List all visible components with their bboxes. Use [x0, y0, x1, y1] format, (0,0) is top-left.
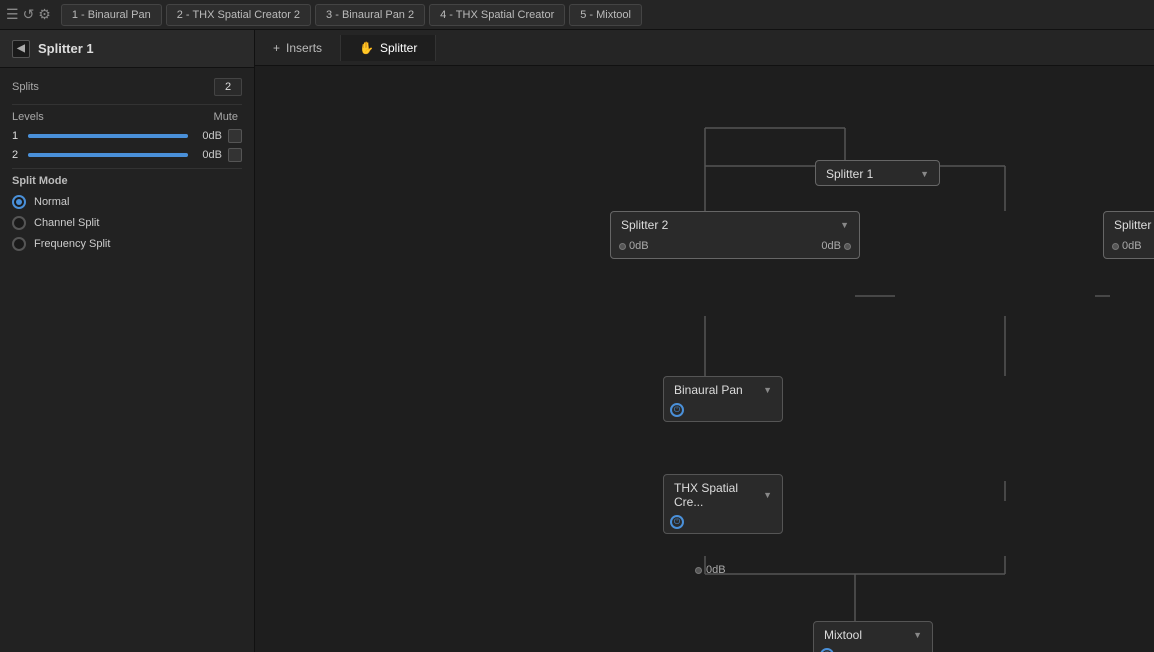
left-panel: ◀ Splitter 1 Splits 2 Levels Mute 1 0dB [0, 30, 255, 652]
node-thx-spatial-1[interactable]: THX Spatial Cre... ▼ ⏻ [663, 474, 783, 534]
mixtool-title: Mixtool ▼ [814, 622, 932, 646]
splitter2-db-right: 0dB [821, 240, 841, 252]
left-panel-content: Splits 2 Levels Mute 1 0dB 2 [0, 68, 254, 268]
node-splitter3[interactable]: Splitter 3 ▼ 0dB 0dB [1103, 211, 1154, 259]
binaural-pan-power: ⏻ [664, 401, 782, 421]
level-1-value: 0dB [194, 130, 222, 142]
splitter2-title: Splitter 2 ▼ [611, 212, 859, 236]
refresh-icon[interactable]: ↺ [23, 6, 35, 23]
mixtool-power: ⏻ [814, 646, 932, 652]
splitter3-label: Splitter 3 [1114, 218, 1154, 232]
splitter2-label: Splitter 2 [621, 218, 668, 232]
level-2-row: 2 0dB [12, 148, 242, 162]
thx1-title: THX Spatial Cre... ▼ [664, 475, 782, 513]
level-2-mute[interactable] [228, 148, 242, 162]
splitter2-levels: 0dB 0dB [611, 236, 859, 258]
binaural-pan-title: Binaural Pan ▼ [664, 377, 782, 401]
level-1-num: 1 [12, 130, 22, 142]
radio-normal-label: Normal [34, 196, 69, 208]
split-mode-title: Split Mode [12, 175, 242, 187]
splitter2-level-left: 0dB [619, 240, 649, 252]
splitter2-level-right: 0dB [821, 240, 851, 252]
binaural-pan-label: Binaural Pan [674, 383, 743, 397]
splitter-icon: ✋ [359, 41, 374, 55]
hamburger-icon[interactable]: ☰ [6, 6, 19, 23]
splitter1-dropdown[interactable]: ▼ [920, 169, 929, 179]
splitter-label: Splitter [380, 41, 417, 55]
node-mixtool[interactable]: Mixtool ▼ ⏻ [813, 621, 933, 652]
thx1-power: ⏻ [664, 513, 782, 533]
toolbar-icons: ☰ ↺ ⚙ [6, 6, 51, 23]
radio-frequency[interactable]: Frequency Split [12, 237, 242, 251]
level-2-slider[interactable] [28, 153, 188, 157]
binaural-pan-dropdown[interactable]: ▼ [763, 385, 772, 395]
splitter2-dropdown[interactable]: ▼ [840, 220, 849, 230]
splitter3-levels: 0dB 0dB [1104, 236, 1154, 258]
splits-value[interactable]: 2 [214, 78, 242, 96]
splitter3-level-left: 0dB [1112, 240, 1142, 252]
mute-label: Mute [214, 111, 238, 123]
splitter1-title: Splitter 1 ▼ [816, 161, 939, 185]
thx1-dropdown[interactable]: ▼ [763, 490, 772, 500]
level-1-slider[interactable] [28, 134, 188, 138]
level-db-left: 0dB [706, 564, 726, 576]
level-1-mute[interactable] [228, 129, 242, 143]
mixtool-label: Mixtool [824, 628, 862, 642]
level-dot-left [695, 567, 702, 574]
level-connector-left: 0dB [695, 564, 726, 576]
main-layout: ◀ Splitter 1 Splits 2 Levels Mute 1 0dB [0, 30, 1154, 652]
panel-title: Splitter 1 [38, 41, 94, 56]
splitter2-dot-left [619, 243, 626, 250]
node-splitter1[interactable]: Splitter 1 ▼ [815, 160, 940, 186]
separator2 [12, 168, 242, 169]
splitter3-title: Splitter 3 ▼ [1104, 212, 1154, 236]
levels-label: Levels [12, 111, 214, 123]
tab-splitter[interactable]: ✋ Splitter [341, 35, 436, 61]
splitter2-dot-right [844, 243, 851, 250]
inserts-label: Inserts [286, 41, 322, 55]
radio-frequency-label: Frequency Split [34, 238, 110, 250]
tab-mixtool[interactable]: 5 - Mixtool [569, 4, 642, 26]
tab-binaural-pan[interactable]: 1 - Binaural Pan [61, 4, 162, 26]
thx1-label: THX Spatial Cre... [674, 481, 759, 509]
left-panel-header: ◀ Splitter 1 [0, 30, 254, 68]
level-1-row: 1 0dB [12, 129, 242, 143]
splitter3-db-left: 0dB [1122, 240, 1142, 252]
tab-thx-spatial-2[interactable]: 2 - THX Spatial Creator 2 [166, 4, 311, 26]
canvas-area: Splitter 1 ▼ Splitter 2 ▼ 0dB 0dB [255, 66, 1154, 652]
mixtool-dropdown[interactable]: ▼ [913, 630, 922, 640]
top-bar: ☰ ↺ ⚙ 1 - Binaural Pan 2 - THX Spatial C… [0, 0, 1154, 30]
thx1-power-btn[interactable]: ⏻ [670, 515, 684, 529]
tab-inserts[interactable]: + Inserts [255, 35, 341, 61]
separator1 [12, 104, 242, 105]
panel-collapse-btn[interactable]: ◀ [12, 40, 30, 58]
splitter3-dot-left [1112, 243, 1119, 250]
levels-header: Levels Mute [12, 111, 242, 123]
node-binaural-pan[interactable]: Binaural Pan ▼ ⏻ [663, 376, 783, 422]
node-splitter2[interactable]: Splitter 2 ▼ 0dB 0dB [610, 211, 860, 259]
tab-thx-spatial[interactable]: 4 - THX Spatial Creator [429, 4, 565, 26]
right-panel: + Inserts ✋ Splitter [255, 30, 1154, 652]
radio-channel-label: Channel Split [34, 217, 99, 229]
level-2-value: 0dB [194, 149, 222, 161]
radio-channel-circle [12, 216, 26, 230]
graph-icon[interactable]: ⚙ [38, 6, 51, 23]
splits-label: Splits [12, 81, 214, 93]
right-tabs: + Inserts ✋ Splitter [255, 30, 1154, 66]
binaural-pan-power-btn[interactable]: ⏻ [670, 403, 684, 417]
radio-frequency-circle [12, 237, 26, 251]
mixtool-power-btn[interactable]: ⏻ [820, 648, 834, 652]
splits-row: Splits 2 [12, 78, 242, 96]
radio-normal-circle [12, 195, 26, 209]
level-2-num: 2 [12, 149, 22, 161]
splitter1-label: Splitter 1 [826, 167, 873, 181]
tab-binaural-pan-2[interactable]: 3 - Binaural Pan 2 [315, 4, 425, 26]
radio-normal[interactable]: Normal [12, 195, 242, 209]
radio-channel[interactable]: Channel Split [12, 216, 242, 230]
splitter2-db-left: 0dB [629, 240, 649, 252]
inserts-icon: + [273, 41, 280, 55]
